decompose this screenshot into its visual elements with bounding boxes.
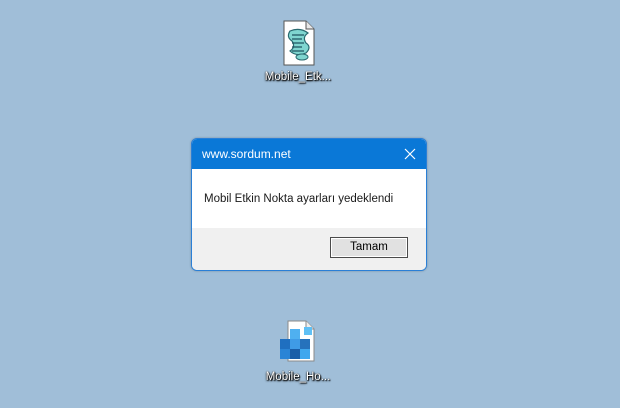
dialog-message: Mobil Etkin Nokta ayarları yedeklendi <box>204 193 394 205</box>
dialog-title: www.sordum.net <box>202 147 291 161</box>
close-button[interactable] <box>400 144 420 164</box>
ok-button[interactable]: Tamam <box>330 237 408 258</box>
desktop-icon-label: Mobile_Etk... <box>264 71 332 83</box>
desktop-icon-mobile-etkin[interactable]: Mobile_Etk... <box>253 19 343 84</box>
desktop-icon-mobile-hotspot[interactable]: Mobile_Ho... <box>253 319 343 384</box>
dialog-titlebar[interactable]: www.sordum.net <box>192 139 426 169</box>
dialog-button-bar: Tamam <box>192 228 426 270</box>
desktop-icon-label: Mobile_Ho... <box>265 371 331 383</box>
close-icon <box>404 148 416 160</box>
registry-file-icon <box>274 319 322 367</box>
desktop: Mobile_Etk... Mobile_Ho... www.sordum.ne… <box>0 0 620 408</box>
script-file-icon <box>274 19 322 67</box>
message-dialog: www.sordum.net Mobil Etkin Nokta ayarlar… <box>191 138 427 271</box>
